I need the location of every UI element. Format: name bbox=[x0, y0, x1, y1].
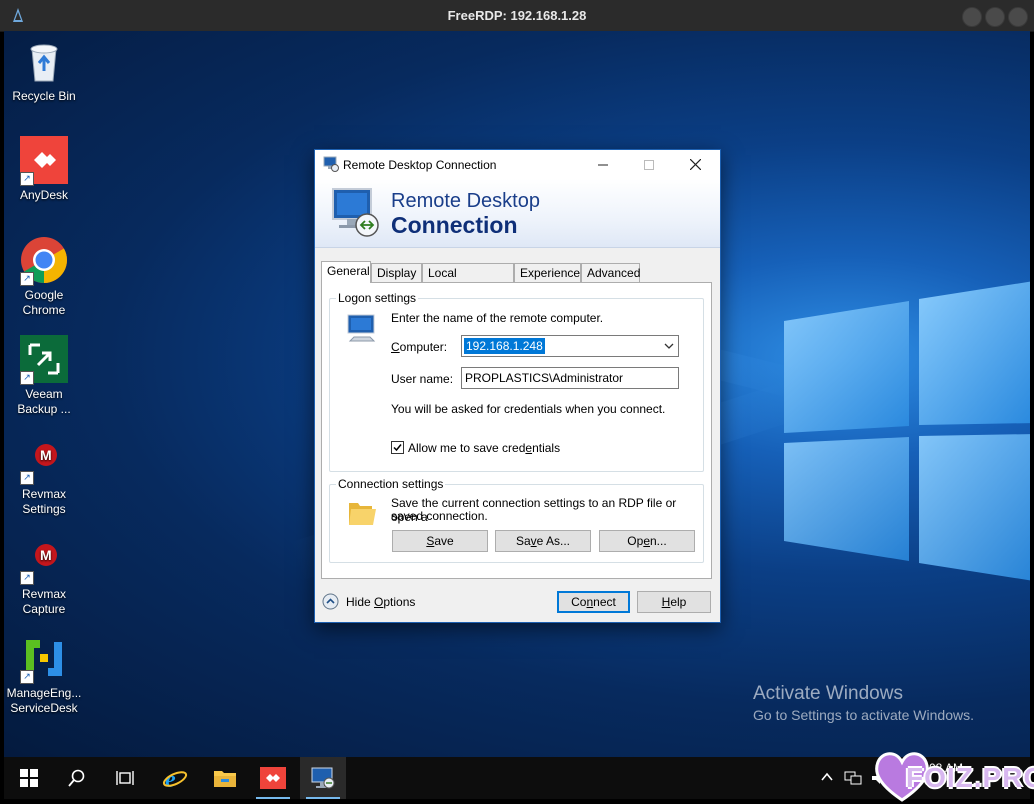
dialog-maximize-button[interactable] bbox=[626, 150, 672, 179]
svg-text:M: M bbox=[40, 547, 52, 563]
save-credentials-label[interactable]: Allow me to save credentials bbox=[408, 441, 560, 455]
desktop-icon-label: Revmax Capture bbox=[21, 587, 66, 616]
remote-desktop-banner-icon bbox=[332, 188, 379, 237]
connection-text-line2: saved connection. bbox=[391, 509, 488, 523]
computer-icon bbox=[347, 314, 376, 342]
computer-combobox[interactable]: 192.168.1.248 bbox=[461, 335, 679, 357]
close-button[interactable] bbox=[1008, 7, 1028, 27]
desktop-icon-label: Veeam Backup ... bbox=[17, 387, 71, 416]
chevron-up-icon bbox=[821, 772, 833, 781]
save-credentials-checkbox[interactable] bbox=[391, 441, 404, 454]
anydesk-icon bbox=[260, 767, 286, 789]
rdp-dialog: Remote Desktop Connection Remote Desktop… bbox=[314, 149, 721, 623]
file-explorer-icon bbox=[214, 771, 236, 787]
dialog-banner: Remote Desktop Connection bbox=[315, 179, 720, 248]
username-field[interactable]: PROPLASTICS\Administrator bbox=[461, 367, 679, 389]
close-icon bbox=[689, 159, 701, 170]
desktop-icon-recycle-bin[interactable]: Recycle Bin bbox=[4, 37, 84, 104]
general-tab-panel: Logon settings Enter the name of the rem… bbox=[321, 282, 712, 579]
svg-text:M: M bbox=[40, 447, 52, 463]
watermark-text: FOIZ.PRO bbox=[906, 762, 1034, 793]
network-icon bbox=[844, 771, 862, 785]
hide-options-label: Hide Options bbox=[346, 595, 416, 609]
tab-display[interactable]: Display bbox=[371, 263, 422, 282]
activate-windows-watermark: Activate Windows Go to Settings to activ… bbox=[753, 683, 974, 723]
remote-desktop-icon bbox=[311, 767, 335, 789]
remote-desktop-icon bbox=[323, 156, 339, 172]
connection-settings-label: Connection settings bbox=[336, 477, 446, 491]
open-button[interactable]: Open... bbox=[599, 530, 695, 552]
search-button[interactable] bbox=[54, 757, 100, 799]
help-button[interactable]: Help bbox=[637, 591, 711, 613]
chevron-down-icon[interactable] bbox=[664, 341, 674, 351]
connect-button[interactable]: Connect bbox=[557, 591, 630, 613]
window-title: FreeRDP: 192.168.1.28 bbox=[447, 8, 587, 23]
desktop-icon-anydesk[interactable]: ↗ AnyDesk bbox=[4, 136, 84, 203]
file-explorer-button[interactable] bbox=[202, 757, 248, 799]
network-tray-button[interactable] bbox=[844, 770, 862, 789]
recycle-bin-icon bbox=[20, 37, 68, 85]
dialog-title-bar[interactable]: Remote Desktop Connection bbox=[315, 150, 720, 179]
freerdp-title-bar[interactable]: FreeRDP: 192.168.1.28 bbox=[0, 0, 1034, 32]
desktop-icon-label: Recycle Bin bbox=[12, 89, 76, 103]
banner-title-line2: Connection bbox=[391, 212, 518, 238]
desktop-icon-label: Revmax Settings bbox=[21, 487, 66, 516]
remote-desktop-taskbar-button[interactable] bbox=[300, 757, 346, 799]
chevron-up-circle-icon bbox=[322, 593, 339, 610]
username-label: User name: bbox=[391, 372, 454, 386]
save-as-button[interactable]: Save As... bbox=[495, 530, 591, 552]
foiz-pro-watermark: FOIZ.PRO bbox=[872, 748, 1034, 804]
connection-settings-group: Connection settings Save the current con… bbox=[329, 477, 704, 563]
desktop-icon-label: Google Chrome bbox=[22, 288, 66, 317]
tab-experience[interactable]: Experience bbox=[514, 263, 581, 282]
activate-title: Activate Windows bbox=[753, 683, 903, 704]
internet-explorer-button[interactable]: e bbox=[152, 757, 198, 799]
credentials-note: You will be asked for credentials when y… bbox=[391, 402, 666, 416]
desktop-icon-chrome[interactable]: ↗ Google Chrome bbox=[4, 236, 84, 318]
search-icon bbox=[68, 769, 85, 787]
anydesk-icon: ↗ bbox=[20, 136, 68, 186]
desktop-icon-label: ManageEng... ServiceDesk bbox=[6, 686, 82, 715]
tab-general[interactable]: General bbox=[321, 261, 371, 283]
revmax-icon: M ↗ bbox=[20, 435, 68, 485]
logon-prompt: Enter the name of the remote computer. bbox=[391, 311, 604, 325]
start-icon bbox=[20, 769, 38, 787]
dialog-close-button[interactable] bbox=[672, 150, 718, 179]
task-view-button[interactable] bbox=[102, 757, 148, 799]
show-hidden-icons-button[interactable] bbox=[820, 770, 834, 787]
internet-explorer-icon: e bbox=[162, 767, 188, 791]
desktop-icon-revmax-settings[interactable]: M ↗ Revmax Settings bbox=[4, 435, 84, 517]
activate-subtitle: Go to Settings to activate Windows. bbox=[753, 707, 974, 723]
logon-settings-group: Logon settings Enter the name of the rem… bbox=[329, 291, 704, 472]
task-view-icon bbox=[116, 771, 134, 785]
desktop-icon-label: AnyDesk bbox=[19, 188, 69, 202]
veeam-icon: ↗ bbox=[20, 335, 68, 385]
maximize-button[interactable] bbox=[985, 7, 1005, 27]
banner-title-line1: Remote Desktop bbox=[391, 190, 540, 212]
tab-advanced[interactable]: Advanced bbox=[581, 263, 640, 282]
tab-local-resources[interactable]: Local Resources bbox=[422, 263, 514, 298]
folder-icon bbox=[349, 503, 376, 525]
dialog-minimize-button[interactable] bbox=[580, 150, 626, 179]
desktop-icon-revmax-capture[interactable]: M ↗ Revmax Capture bbox=[4, 535, 84, 617]
manageengine-icon: ↗ bbox=[20, 634, 68, 684]
start-button[interactable] bbox=[6, 757, 52, 799]
maximize-icon bbox=[644, 159, 654, 170]
desktop-icon-veeam[interactable]: ↗ Veeam Backup ... bbox=[4, 335, 84, 417]
computer-label: Computer: bbox=[391, 340, 448, 354]
minimize-button[interactable] bbox=[962, 7, 982, 27]
anydesk-taskbar-button[interactable] bbox=[250, 757, 296, 799]
logon-settings-label: Logon settings bbox=[336, 291, 419, 305]
chrome-icon: ↗ bbox=[20, 236, 68, 286]
checkmark-icon bbox=[393, 444, 402, 452]
minimize-icon bbox=[598, 164, 608, 165]
desktop-icon-manageengine[interactable]: ↗ ManageEng... ServiceDesk bbox=[4, 634, 84, 716]
save-button[interactable]: Save bbox=[392, 530, 488, 552]
revmax-icon: M ↗ bbox=[20, 535, 68, 585]
dialog-title: Remote Desktop Connection bbox=[343, 158, 497, 172]
computer-value: 192.168.1.248 bbox=[464, 338, 545, 354]
